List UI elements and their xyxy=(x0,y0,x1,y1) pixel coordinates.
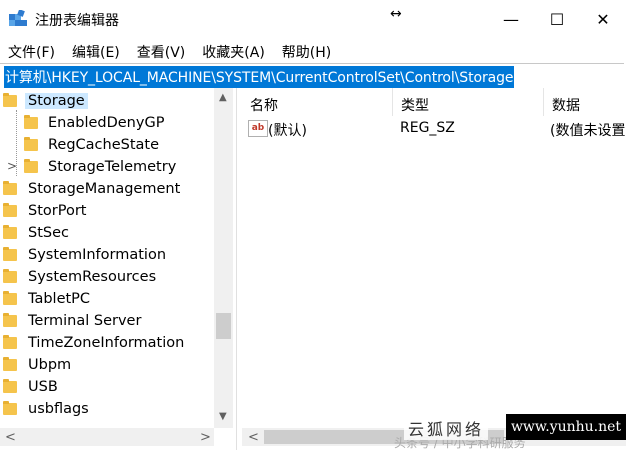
folder-icon xyxy=(3,357,17,371)
tree-item-label: Ubpm xyxy=(28,357,72,373)
folder-icon xyxy=(3,203,17,217)
folder-icon xyxy=(3,269,17,283)
folder-icon xyxy=(3,379,17,393)
column-header-label: 数据 xyxy=(552,98,580,114)
address-path[interactable]: 计算机\HKEY_LOCAL_MACHINE\SYSTEM\CurrentCon… xyxy=(4,66,515,88)
watermark: 头条号 / 中小学科研服务 云狐网络 www.yunhu.net xyxy=(394,414,626,450)
tree-item-label: TabletPC xyxy=(28,291,91,307)
tree-item-timezoneinformation[interactable]: TimeZoneInformation xyxy=(0,333,214,355)
resize-cursor-icon: ↔ xyxy=(390,6,402,22)
close-button[interactable]: ✕ xyxy=(580,0,626,38)
tree-item-enableddenygp[interactable]: EnabledDenyGP xyxy=(0,113,214,135)
value-type: REG_SZ xyxy=(400,120,455,136)
tree-item-storport[interactable]: StorPort xyxy=(0,201,214,223)
menu-favorites[interactable]: 收藏夹(A) xyxy=(194,38,274,62)
tree-item-label: RegCacheState xyxy=(48,137,160,153)
tree-horizontal-scrollbar[interactable] xyxy=(0,428,214,446)
scroll-right-icon[interactable]: > xyxy=(200,430,211,445)
tree-item-label: StorageManagement xyxy=(28,181,181,197)
window-title: 注册表编辑器 xyxy=(35,13,119,29)
tree-item-label: StorPort xyxy=(28,203,87,219)
address-bar[interactable]: 计算机\HKEY_LOCAL_MACHINE\SYSTEM\CurrentCon… xyxy=(0,63,624,89)
tree-item-label: Terminal Server xyxy=(28,313,142,329)
tree-item-label: Storage xyxy=(25,93,88,109)
tree-item-terminal-server[interactable]: Terminal Server xyxy=(0,311,214,333)
string-value-icon: ab xyxy=(248,120,268,137)
column-header-type[interactable]: 类型 xyxy=(393,88,544,116)
folder-icon xyxy=(3,225,17,239)
value-list: 名称 类型 数据 ab (默认) REG_SZ (数值未设置) xyxy=(242,88,626,428)
column-header-data[interactable]: 数据 xyxy=(544,88,626,116)
tree-item-label: StSec xyxy=(28,225,69,241)
chevron-right-icon[interactable]: > xyxy=(7,159,17,173)
folder-icon xyxy=(3,335,17,349)
folder-icon xyxy=(3,401,17,415)
tree-item-stsec[interactable]: StSec xyxy=(0,223,214,245)
tree-item-label: usbflags xyxy=(28,401,89,417)
column-header-name[interactable]: 名称 xyxy=(242,88,393,116)
tree-item-usb[interactable]: USB xyxy=(0,377,214,399)
folder-icon xyxy=(3,313,17,327)
tree-item-systemresources[interactable]: SystemResources xyxy=(0,267,214,289)
tree-vertical-scrollbar[interactable] xyxy=(214,88,233,428)
column-header-label: 类型 xyxy=(401,98,429,114)
tree-item-label: SystemResources xyxy=(28,269,157,285)
folder-icon xyxy=(24,115,38,129)
tree-item-label: TimeZoneInformation xyxy=(28,335,185,351)
folder-icon xyxy=(24,137,38,151)
tree-item-label: StorageTelemetry xyxy=(48,159,177,175)
scroll-up-icon[interactable]: ▲ xyxy=(219,92,227,103)
scroll-down-icon[interactable]: ▼ xyxy=(219,411,227,422)
scroll-left-icon[interactable]: < xyxy=(248,430,259,445)
tree-item-usbflags[interactable]: usbflags xyxy=(0,399,214,421)
value-name: (默认) xyxy=(268,123,307,139)
tree-item-storagetelemetry[interactable]: > StorageTelemetry xyxy=(0,157,214,179)
tree-item-storage[interactable]: Storage xyxy=(0,91,214,113)
watermark-right-text: www.yunhu.net xyxy=(506,414,626,440)
maximize-button[interactable]: ☐ xyxy=(534,0,580,38)
tree-item-tabletpc[interactable]: TabletPC xyxy=(0,289,214,311)
watermark-left-text: 云狐网络 xyxy=(404,416,489,440)
folder-icon xyxy=(3,181,17,195)
tree-item-label: SystemInformation xyxy=(28,247,167,263)
menu-view[interactable]: 查看(V) xyxy=(129,38,195,62)
folder-icon xyxy=(3,247,17,261)
tree-item-storagemanagement[interactable]: StorageManagement xyxy=(0,179,214,201)
minimize-button[interactable]: — xyxy=(488,0,534,38)
tree-item-label: EnabledDenyGP xyxy=(48,115,165,131)
tree-vertical-scroll-thumb[interactable] xyxy=(216,313,231,339)
tree-item-ubpm[interactable]: Ubpm xyxy=(0,355,214,377)
tree-item-systeminformation[interactable]: SystemInformation xyxy=(0,245,214,267)
menu-bar: 文件(F) 编辑(E) 查看(V) 收藏夹(A) 帮助(H) xyxy=(0,38,626,62)
folder-icon xyxy=(3,93,17,107)
title-bar: 注册表编辑器 ↔ — ☐ ✕ xyxy=(0,0,626,38)
key-tree: Storage EnabledDenyGP RegCacheState > St… xyxy=(0,88,240,450)
tree-item-label: USB xyxy=(28,379,58,395)
folder-icon xyxy=(24,159,38,173)
value-data: (数值未设置) xyxy=(550,123,626,139)
regedit-icon xyxy=(9,10,27,26)
column-header-label: 名称 xyxy=(250,98,278,114)
value-row[interactable]: ab (默认) REG_SZ (数值未设置) xyxy=(242,118,626,140)
menu-help[interactable]: 帮助(H) xyxy=(274,38,340,62)
tree-item-regcachestate[interactable]: RegCacheState xyxy=(0,135,214,157)
scroll-left-icon[interactable]: < xyxy=(5,430,16,445)
menu-edit[interactable]: 编辑(E) xyxy=(64,38,129,62)
folder-icon xyxy=(3,291,17,305)
menu-file[interactable]: 文件(F) xyxy=(0,38,64,62)
